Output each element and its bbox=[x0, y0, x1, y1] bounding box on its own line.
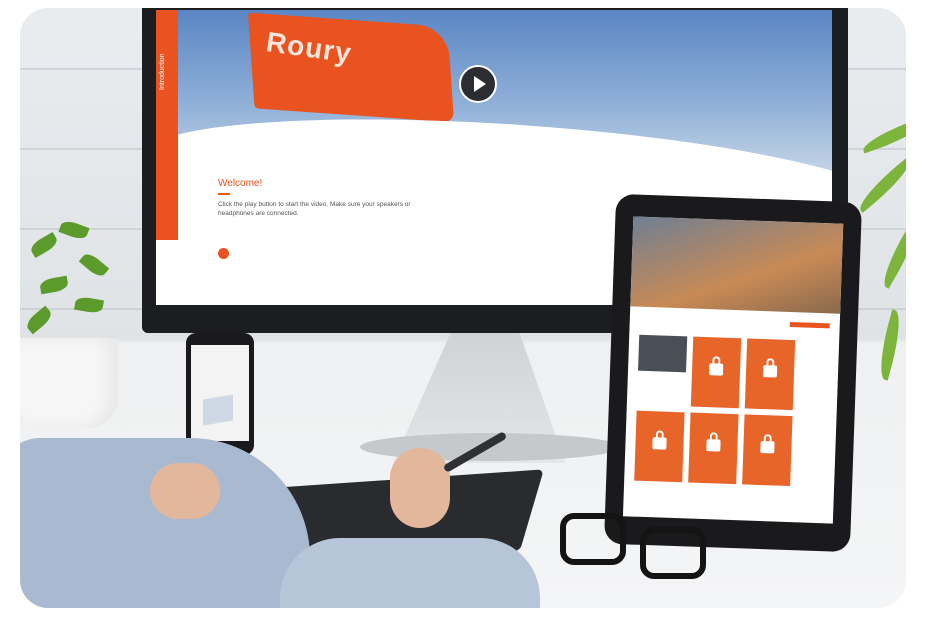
locked-tile[interactable] bbox=[742, 414, 793, 487]
plant-leaf bbox=[28, 231, 60, 259]
welcome-title: Welcome! bbox=[218, 178, 263, 189]
locked-tile[interactable] bbox=[634, 410, 685, 483]
photo-frame: Roury Introduction Welcome! Click the pl… bbox=[20, 8, 906, 608]
lock-icon bbox=[706, 439, 721, 452]
tablet bbox=[603, 193, 863, 553]
thumbnail-image bbox=[638, 334, 688, 373]
header-button[interactable] bbox=[789, 321, 830, 329]
plant-leaf bbox=[58, 218, 90, 242]
smartphone bbox=[186, 333, 254, 455]
tablet-banner bbox=[630, 216, 844, 314]
plant-leaf bbox=[874, 309, 906, 381]
hand bbox=[150, 463, 220, 519]
cube-graphic bbox=[203, 394, 233, 426]
plant-leaf bbox=[876, 221, 906, 289]
glasses-lens bbox=[640, 527, 706, 579]
person-arm bbox=[20, 438, 310, 608]
sidebar: Introduction bbox=[156, 10, 178, 240]
tablet-screen bbox=[622, 216, 844, 524]
lock-icon bbox=[708, 363, 724, 376]
lock-icon bbox=[760, 441, 775, 454]
locked-tile[interactable] bbox=[690, 336, 742, 409]
play-icon[interactable] bbox=[459, 65, 497, 103]
hand bbox=[390, 448, 450, 528]
plant-leaf bbox=[78, 250, 110, 280]
person-sleeve bbox=[280, 538, 540, 608]
glasses-lens bbox=[560, 513, 626, 565]
plant-leaf bbox=[38, 275, 70, 295]
phone-screen bbox=[191, 345, 249, 441]
sidebar-label: Introduction bbox=[159, 53, 166, 90]
title-rule bbox=[218, 193, 230, 195]
locked-tile[interactable] bbox=[688, 412, 739, 485]
lock-icon bbox=[762, 365, 778, 378]
plant-leaf bbox=[853, 157, 906, 213]
eyeglasses bbox=[560, 513, 720, 579]
lock-icon bbox=[652, 437, 667, 450]
plant-leaf bbox=[73, 295, 105, 315]
plant-pot bbox=[20, 338, 118, 428]
locked-tile[interactable] bbox=[744, 338, 796, 411]
welcome-body: Click the play button to start the video… bbox=[218, 201, 411, 217]
next-button[interactable] bbox=[218, 248, 229, 259]
